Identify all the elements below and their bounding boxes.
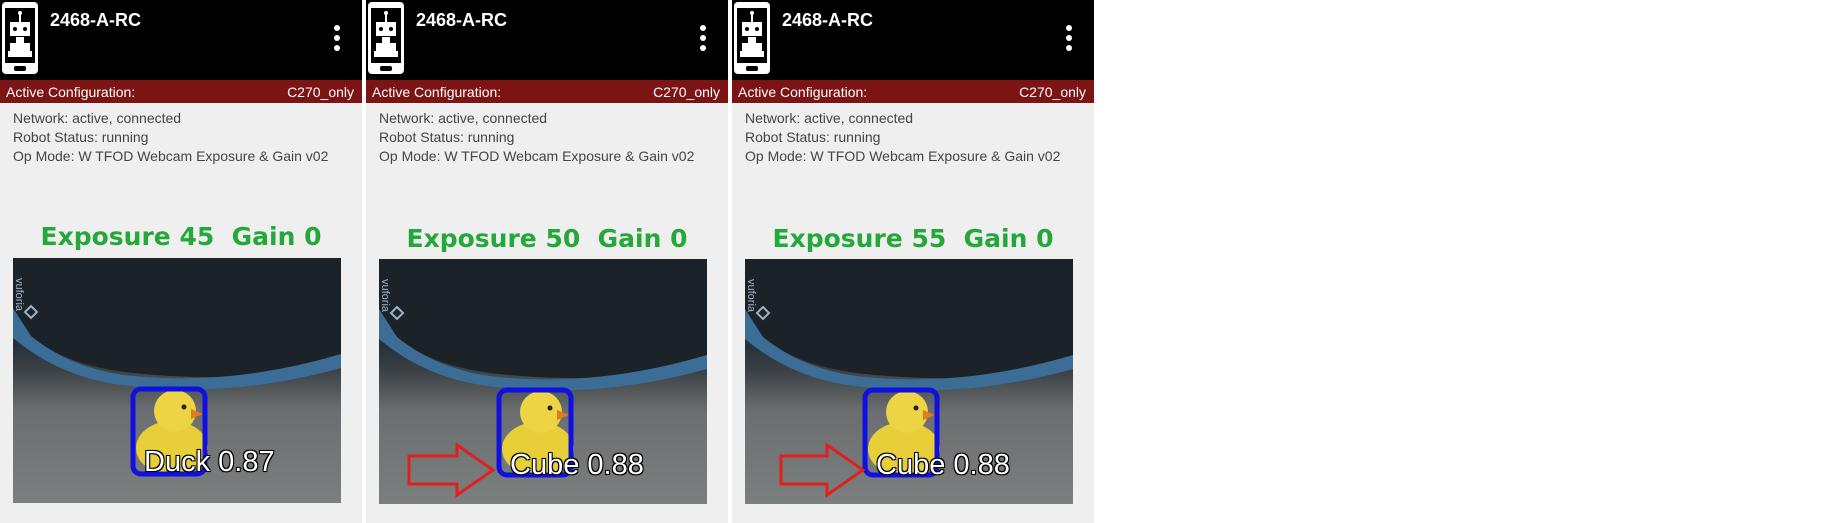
detection-label: Cube 0.88 — [876, 449, 1010, 481]
config-value: C270_only — [287, 84, 354, 100]
watermark-text: vuforia — [13, 278, 25, 312]
robot-status: Robot Status: running — [379, 129, 515, 145]
red-outline-arrow-icon — [779, 442, 866, 498]
rc-screen-panel-2: 2468-A-RC Active Configuration: C270_onl… — [366, 0, 728, 523]
exposure-gain-caption: Exposure 45 Gain 0 — [40, 222, 322, 251]
config-value: C270_only — [1019, 84, 1086, 100]
overflow-menu-icon[interactable] — [1062, 25, 1076, 59]
robot-phone-icon — [2, 2, 38, 74]
device-name: 2468-A-RC — [416, 10, 508, 30]
status-info: Network: active, connected Robot Status:… — [13, 109, 328, 166]
watermark-text: vuforia — [745, 279, 757, 313]
detection-label: Cube 0.88 — [510, 449, 644, 481]
device-name: 2468-A-RC — [782, 10, 874, 30]
robot-phone-icon — [368, 2, 404, 74]
config-value: C270_only — [653, 84, 720, 100]
robot-status: Robot Status: running — [745, 129, 881, 145]
app-top-bar: 2468-A-RC — [0, 0, 362, 80]
robot-status: Robot Status: running — [13, 129, 149, 145]
active-configuration-bar: Active Configuration: C270_only — [732, 80, 1094, 103]
op-mode: Op Mode: W TFOD Webcam Exposure & Gain v… — [745, 148, 1061, 164]
app-top-bar: 2468-A-RC — [732, 0, 1094, 80]
config-label: Active Configuration: — [738, 84, 868, 100]
overflow-menu-icon[interactable] — [330, 25, 344, 59]
camera-preview: Cube 0.88 vuforia — [379, 259, 707, 504]
exposure-gain-caption: Exposure 55 Gain 0 — [772, 224, 1054, 253]
red-outline-arrow-icon — [407, 442, 496, 498]
watermark-text: vuforia — [379, 279, 391, 313]
active-configuration-bar: Active Configuration: C270_only — [0, 80, 362, 103]
detection-label: Duck 0.87 — [144, 446, 275, 478]
rc-screen-panel-1: 2468-A-RC Active Configuration: C270_onl… — [0, 0, 362, 523]
config-label: Active Configuration: — [6, 84, 136, 100]
overflow-menu-icon[interactable] — [696, 25, 710, 59]
op-mode: Op Mode: W TFOD Webcam Exposure & Gain v… — [13, 148, 329, 164]
status-info: Network: active, connected Robot Status:… — [379, 109, 694, 166]
camera-preview: Duck 0.87 vuforia — [13, 258, 341, 503]
app-top-bar: 2468-A-RC — [366, 0, 728, 80]
status-info: Network: active, connected Robot Status:… — [745, 109, 1060, 166]
exposure-gain-caption: Exposure 50 Gain 0 — [406, 224, 688, 253]
device-name: 2468-A-RC — [50, 10, 142, 30]
network-status: Network: active, connected — [745, 110, 914, 126]
rc-screen-panel-3: 2468-A-RC Active Configuration: C270_onl… — [732, 0, 1094, 523]
op-mode: Op Mode: W TFOD Webcam Exposure & Gain v… — [379, 148, 695, 164]
robot-phone-icon — [734, 2, 770, 74]
active-configuration-bar: Active Configuration: C270_only — [366, 80, 728, 103]
camera-preview: Cube 0.88 vuforia — [745, 259, 1073, 504]
config-label: Active Configuration: — [372, 84, 502, 100]
network-status: Network: active, connected — [13, 110, 182, 126]
network-status: Network: active, connected — [379, 110, 548, 126]
